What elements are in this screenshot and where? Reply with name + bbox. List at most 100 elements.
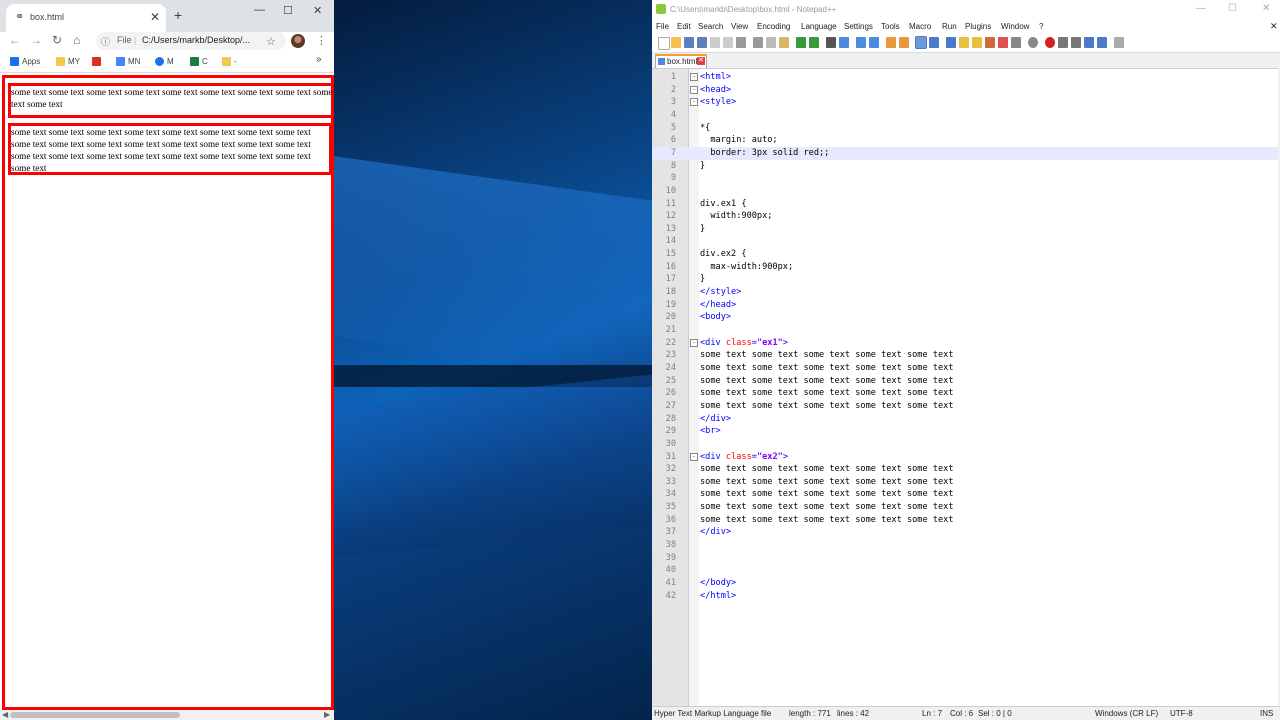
doc-map-icon[interactable] — [972, 37, 982, 48]
file-tab[interactable]: box.html ✕ — [655, 54, 707, 69]
code-line[interactable]: 22 - <div class="ex1"> — [652, 337, 1278, 350]
record-macro-icon[interactable] — [1045, 37, 1055, 48]
profile-avatar[interactable] — [291, 34, 305, 48]
menu-language[interactable]: Language — [801, 22, 837, 31]
redo-icon[interactable] — [809, 37, 819, 48]
bookmark-m[interactable]: M — [155, 57, 174, 67]
maximize-icon[interactable]: ☐ — [283, 4, 293, 17]
chrome-menu-icon[interactable]: ⋮ — [316, 34, 327, 47]
udl-icon[interactable] — [959, 37, 969, 48]
close-window-icon[interactable]: ✕ — [1262, 3, 1270, 14]
horizontal-scrollbar[interactable]: ◀ ▶ — [0, 710, 334, 720]
bookmark-mn[interactable]: MN — [116, 57, 140, 67]
code-line[interactable]: 4 — [652, 109, 1278, 122]
code-line[interactable]: 40 — [652, 564, 1278, 577]
fold-toggle-icon[interactable]: - — [690, 98, 698, 107]
eye-icon[interactable] — [1028, 37, 1038, 48]
indent-guide-icon[interactable] — [946, 37, 956, 48]
fold-toggle-icon[interactable]: - — [690, 338, 698, 347]
undo-icon[interactable] — [796, 37, 806, 48]
menu-help[interactable]: ? — [1039, 22, 1043, 31]
code-line[interactable]: 28 </div> — [652, 413, 1278, 426]
stop-macro-icon[interactable] — [1058, 37, 1068, 48]
code-line[interactable]: 37 </div> — [652, 526, 1278, 539]
code-line[interactable]: 38 — [652, 539, 1278, 552]
sync-horizontal-icon[interactable] — [899, 37, 909, 48]
code-line[interactable]: 5 *{ — [652, 122, 1278, 135]
close-all-icon[interactable] — [723, 37, 733, 48]
menu-view[interactable]: View — [731, 22, 748, 31]
code-line[interactable]: 12 width:900px; — [652, 210, 1278, 223]
code-line[interactable]: 6 margin: auto; — [652, 134, 1278, 147]
address-bar[interactable]: ⓘ File | C:/Users/markb/Desktop/... — [96, 32, 286, 50]
menu-tools[interactable]: Tools — [881, 22, 900, 31]
minimize-icon[interactable]: — — [254, 4, 265, 16]
sync-vertical-icon[interactable] — [886, 37, 896, 48]
code-line[interactable]: 7 border: 3px solid red;; — [652, 146, 1278, 160]
close-tab-icon[interactable]: ✕ — [697, 57, 705, 65]
code-editor[interactable]: 1- <html> 2- <head> 3- <style> 4 5 *{6 margin: a… — [652, 68, 1278, 706]
code-line[interactable]: 31 - <div class="ex2"> — [652, 451, 1278, 464]
code-line[interactable]: 23 some text some text some text some tex… — [652, 349, 1278, 362]
code-line[interactable]: 34 some text some text some text some tex… — [652, 488, 1278, 501]
run-macro-multiple-icon[interactable] — [1084, 37, 1094, 48]
code-line[interactable]: 15 div.ex2 { — [652, 248, 1278, 261]
code-line[interactable]: 19 </head> — [652, 299, 1278, 312]
code-line[interactable]: 41 </body> — [652, 577, 1278, 590]
menu-settings[interactable]: Settings — [844, 22, 873, 31]
save-icon[interactable] — [684, 37, 694, 48]
menu-edit[interactable]: Edit — [677, 22, 691, 31]
url-text[interactable]: C:/Users/markb/Desktop/... — [142, 35, 250, 45]
back-arrow-icon[interactable]: ← — [9, 33, 21, 47]
bookmark-star-icon[interactable]: ☆ — [266, 35, 276, 48]
zoom-out-icon[interactable] — [869, 37, 879, 48]
find-icon[interactable] — [826, 37, 836, 48]
word-wrap-icon[interactable] — [915, 36, 927, 49]
code-line[interactable]: 39 — [652, 552, 1278, 565]
code-line[interactable]: 36 some text some text some text some tex… — [652, 514, 1278, 527]
scrollbar-thumb[interactable] — [10, 712, 180, 718]
code-line[interactable]: 17} — [652, 273, 1278, 286]
bookmark-c[interactable]: C — [190, 57, 208, 67]
code-line[interactable]: 35 some text some text some text some tex… — [652, 501, 1278, 514]
fold-toggle-icon[interactable]: - — [690, 452, 698, 461]
code-line[interactable]: 11 div.ex1 { — [652, 198, 1278, 211]
code-line[interactable]: 33 some text some text some text some tex… — [652, 476, 1278, 489]
browser-tab[interactable]: ⚭ box.html ✕ — [6, 4, 166, 32]
scroll-right-icon[interactable]: ▶ — [324, 710, 330, 719]
new-tab-button[interactable]: + — [174, 7, 182, 23]
code-line[interactable]: 13} — [652, 223, 1278, 236]
menu-plugins[interactable]: Plugins — [965, 22, 991, 31]
play-macro-icon[interactable] — [1071, 37, 1081, 48]
code-line[interactable]: 18 </style> — [652, 286, 1278, 299]
close-document-icon[interactable]: ✕ — [1270, 21, 1278, 32]
spellcheck-icon[interactable] — [1114, 37, 1124, 48]
replace-icon[interactable] — [839, 37, 849, 48]
fold-toggle-icon[interactable]: - — [690, 73, 698, 81]
bookmark-folder[interactable]: - — [222, 57, 237, 67]
cut-icon[interactable] — [753, 37, 763, 48]
code-line[interactable]: 3 - <style> — [652, 96, 1278, 109]
paste-icon[interactable] — [779, 37, 789, 48]
code-line[interactable]: 24 some text some text some text some tex… — [652, 362, 1278, 375]
code-line[interactable]: 25 some text some text some text some tex… — [652, 375, 1278, 388]
minimize-icon[interactable]: — — [1196, 3, 1206, 14]
monitoring-icon[interactable] — [1011, 37, 1021, 48]
menu-run[interactable]: Run — [942, 22, 957, 31]
maximize-icon[interactable]: ☐ — [1228, 3, 1237, 14]
open-file-icon[interactable] — [671, 37, 681, 48]
bookmarks-overflow-icon[interactable]: » — [316, 54, 322, 65]
reload-icon[interactable]: ↻ — [52, 33, 62, 47]
close-file-icon[interactable] — [710, 37, 720, 48]
code-line[interactable]: 16 max-width:900px; — [652, 261, 1278, 274]
forward-arrow-icon[interactable]: → — [30, 33, 42, 47]
code-line[interactable]: 1 - <html> — [652, 71, 1278, 84]
code-line[interactable]: 26 some text some text some text some tex… — [652, 387, 1278, 400]
code-line[interactable]: 27 some text some text some text some tex… — [652, 400, 1278, 413]
show-all-chars-icon[interactable] — [929, 37, 939, 48]
info-icon[interactable]: ⓘ — [101, 35, 110, 48]
copy-icon[interactable] — [766, 37, 776, 48]
print-icon[interactable] — [736, 37, 746, 48]
new-file-icon[interactable] — [658, 37, 670, 50]
menu-search[interactable]: Search — [698, 22, 723, 31]
